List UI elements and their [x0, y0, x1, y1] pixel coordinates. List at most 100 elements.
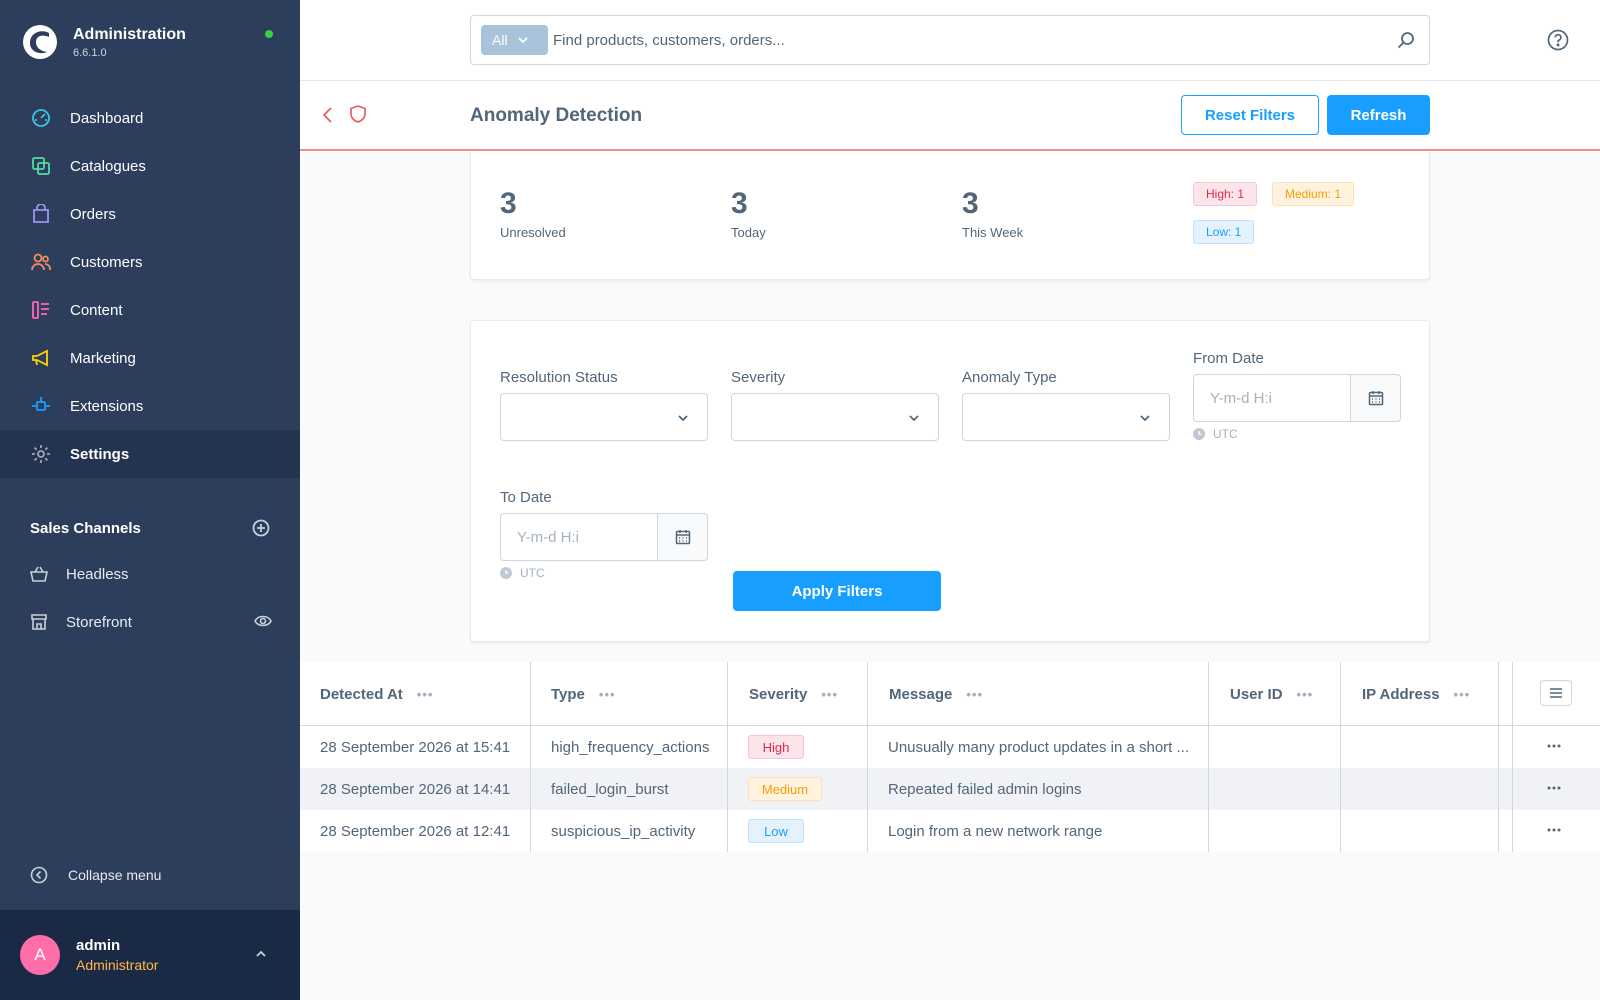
reset-filters-button[interactable]: Reset Filters: [1181, 95, 1319, 135]
severity-select[interactable]: [731, 393, 939, 441]
channel-label: Headless: [66, 565, 129, 583]
table-row[interactable]: 28 September 2026 at 14:41 failed_login_…: [300, 768, 1600, 810]
column-menu-icon[interactable]: •••: [821, 687, 838, 702]
brand[interactable]: Administration 6.6.1.0: [22, 24, 186, 60]
table-row[interactable]: 28 September 2026 at 15:41 high_frequenc…: [300, 726, 1600, 768]
stat-value: 3: [500, 187, 517, 220]
calendar-icon: [675, 530, 690, 545]
from-date-input[interactable]: [1194, 375, 1351, 421]
orders-icon: [30, 203, 52, 225]
to-date-input[interactable]: [501, 514, 658, 560]
app-version: 6.6.1.0: [73, 46, 107, 59]
shield-icon: [350, 105, 366, 123]
anomaly-grid: Detected At ••• Type ••• Severity ••• Messa…: [300, 662, 1600, 852]
column-header-type[interactable]: Type •••: [551, 662, 616, 726]
user-name: admin: [76, 937, 121, 954]
nav-label: Marketing: [70, 349, 136, 367]
marketing-icon: [30, 347, 52, 369]
cell-severity: High: [748, 726, 804, 768]
add-channel-icon[interactable]: [252, 519, 270, 537]
resolution-status-label: Resolution Status: [500, 369, 618, 386]
anomaly-type-select[interactable]: [962, 393, 1170, 441]
search-type-dropdown[interactable]: All: [481, 25, 548, 55]
column-divider: [1512, 662, 1513, 852]
sales-channels-title: Sales Channels: [30, 519, 141, 537]
nav-item-content[interactable]: Content: [0, 286, 300, 334]
app-title: Administration: [73, 25, 186, 43]
search-type-label: All: [492, 32, 508, 48]
back-arrow-icon[interactable]: [321, 106, 335, 124]
column-menu-icon[interactable]: •••: [1297, 687, 1314, 702]
column-menu-icon[interactable]: •••: [966, 687, 983, 702]
user-role: Administrator: [76, 957, 159, 973]
stats-card: 3 Unresolved 3 Today 3 This Week High: 1…: [470, 152, 1430, 280]
channel-item-storefront[interactable]: Storefront: [0, 598, 300, 646]
anomaly-type-label: Anomaly Type: [962, 369, 1057, 386]
channel-item-headless[interactable]: Headless: [0, 550, 300, 598]
user-menu[interactable]: A admin Administrator: [0, 910, 300, 1000]
column-title: Type: [551, 685, 585, 703]
stat-label: Today: [731, 225, 766, 240]
nav-item-extensions[interactable]: Extensions: [0, 382, 300, 430]
apply-filters-button[interactable]: Apply Filters: [733, 571, 941, 611]
column-divider: [867, 662, 868, 852]
medium-count-badge: Medium: 1: [1272, 182, 1355, 206]
nav-item-catalogues[interactable]: Catalogues: [0, 142, 300, 190]
nav-label: Settings: [70, 445, 130, 463]
column-title: Severity: [749, 685, 808, 703]
column-header-severity[interactable]: Severity •••: [749, 662, 838, 726]
nav-item-orders[interactable]: Orders: [0, 190, 300, 238]
column-settings-button[interactable]: [1540, 680, 1572, 706]
column-header-message[interactable]: Message •••: [889, 662, 983, 726]
search-input[interactable]: [553, 26, 1353, 54]
nav-item-marketing[interactable]: Marketing: [0, 334, 300, 382]
column-header-detected-at[interactable]: Detected At •••: [320, 662, 433, 726]
smart-bar: Anomaly Detection Reset Filters Refresh: [300, 81, 1600, 151]
catalogue-icon: [30, 155, 52, 177]
help-icon[interactable]: [1547, 29, 1569, 51]
stat-value: 3: [962, 187, 979, 220]
avatar: A: [20, 935, 60, 975]
column-menu-icon[interactable]: •••: [599, 687, 616, 702]
from-date-calendar-button[interactable]: [1350, 375, 1400, 421]
to-date-label: To Date: [500, 489, 552, 506]
column-header-user-id[interactable]: User ID •••: [1230, 662, 1313, 726]
column-divider: [530, 662, 531, 852]
search-icon[interactable]: [1397, 31, 1415, 49]
content-icon: [30, 299, 52, 321]
eye-icon[interactable]: [254, 614, 272, 628]
column-title: IP Address: [1362, 685, 1440, 703]
row-actions-icon[interactable]: [1547, 743, 1561, 749]
column-menu-icon[interactable]: •••: [1454, 687, 1471, 702]
shopware-logo-icon: [23, 25, 57, 59]
row-actions-icon[interactable]: [1547, 785, 1561, 791]
collapse-menu-button[interactable]: Collapse menu: [30, 866, 161, 884]
refresh-button[interactable]: Refresh: [1327, 95, 1430, 135]
row-actions-icon[interactable]: [1547, 827, 1561, 833]
stat-unresolved: 3 Unresolved: [500, 187, 566, 240]
sales-channels-header: Sales Channels: [30, 519, 270, 537]
cell-message: Login from a new network range: [888, 822, 1103, 840]
nav-item-dashboard[interactable]: Dashboard: [0, 94, 300, 142]
page-title: Anomaly Detection: [470, 105, 643, 126]
to-date-calendar-button[interactable]: [657, 514, 707, 560]
nav-item-settings[interactable]: Settings: [0, 430, 300, 478]
resolution-status-select[interactable]: [500, 393, 708, 441]
timezone-text: UTC: [1213, 427, 1238, 441]
severity-badge: High: [748, 735, 804, 759]
cell-detected-at: 28 September 2026 at 15:41: [320, 738, 511, 756]
cell-message: Repeated failed admin logins: [888, 780, 1082, 798]
nav-label: Orders: [70, 205, 116, 223]
column-header-ip-address[interactable]: IP Address •••: [1362, 662, 1470, 726]
column-menu-icon[interactable]: •••: [417, 687, 434, 702]
column-divider: [727, 662, 728, 852]
to-date-timezone: UTC: [500, 566, 545, 580]
table-row[interactable]: 28 September 2026 at 12:41 suspicious_ip…: [300, 810, 1600, 852]
chevron-up-icon[interactable]: [254, 947, 268, 961]
column-divider: [1208, 662, 1209, 852]
collapse-label: Collapse menu: [68, 867, 162, 883]
nav-item-customers[interactable]: Customers: [0, 238, 300, 286]
nav-label: Content: [70, 301, 123, 319]
to-date-field: [500, 513, 708, 561]
cell-type: high_frequency_actions: [551, 738, 710, 756]
